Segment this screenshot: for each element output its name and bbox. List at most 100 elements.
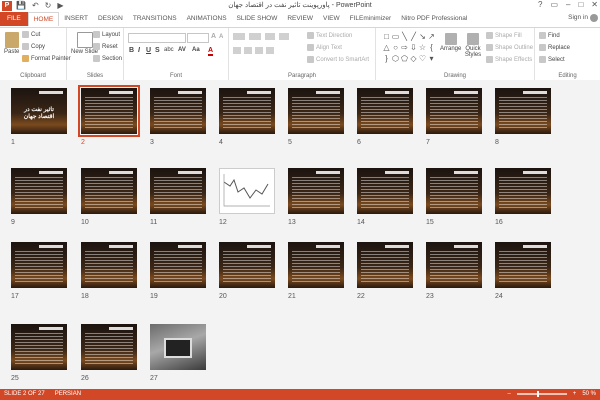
shapes-gallery[interactable]: □ ▭ ╲ ╱ ↘ ↗ △ ○ ⇨ ⇩ ☆ { } ⬡ ⬠ ◇ ♡ ▾: [382, 31, 436, 65]
align-center-icon[interactable]: [244, 47, 252, 54]
section-button[interactable]: Section: [93, 55, 122, 62]
slide-thumbnail[interactable]: [357, 242, 413, 288]
slide-thumbnail[interactable]: [288, 88, 344, 134]
change-case-button[interactable]: Aa: [192, 47, 200, 53]
align-text-button[interactable]: Align Text: [307, 44, 342, 51]
underline-button[interactable]: U: [146, 47, 151, 54]
shape-effects-button[interactable]: Shape Effects: [486, 56, 532, 63]
slide-thumbnail[interactable]: [150, 324, 206, 370]
arrow-shape-icon[interactable]: ⇩: [409, 42, 418, 53]
reset-button[interactable]: Reset: [93, 43, 118, 50]
slide-thumbnail[interactable]: [150, 88, 206, 134]
slide-thumbnail[interactable]: [426, 88, 482, 134]
arrow-shape-icon[interactable]: ↘: [418, 31, 427, 42]
bold-button[interactable]: B: [129, 47, 134, 54]
slide-thumbnail[interactable]: [219, 168, 275, 214]
maximize-button[interactable]: □: [578, 0, 583, 9]
slide-thumbnail[interactable]: [288, 242, 344, 288]
line-shape-icon[interactable]: ╲: [400, 31, 409, 42]
shrink-font-icon[interactable]: A: [219, 34, 223, 40]
increase-indent-icon[interactable]: [279, 33, 289, 40]
zoom-level[interactable]: 50 %: [582, 391, 596, 397]
character-spacing-button[interactable]: AV: [178, 47, 186, 53]
arrange-button[interactable]: Arrange: [440, 33, 461, 52]
slide-thumbnail[interactable]: [426, 242, 482, 288]
text-direction-button[interactable]: Text Direction: [307, 32, 352, 39]
triangle-shape-icon[interactable]: △: [382, 42, 391, 53]
slide-thumbnail[interactable]: [357, 168, 413, 214]
font-name-combo[interactable]: [128, 33, 186, 43]
format-painter-button[interactable]: Format Painter: [22, 55, 71, 62]
slide-thumbnail[interactable]: [11, 168, 67, 214]
redo-icon[interactable]: ↻: [45, 1, 52, 10]
slide-thumbnail[interactable]: [357, 88, 413, 134]
rectangle-shape-icon[interactable]: ▭: [391, 31, 400, 42]
brace-shape-icon[interactable]: {: [427, 42, 436, 53]
justify-icon[interactable]: [266, 47, 274, 54]
tab-file[interactable]: FILE: [0, 12, 28, 26]
slide-thumbnail[interactable]: [219, 242, 275, 288]
minimize-button[interactable]: –: [566, 0, 570, 9]
convert-smartart-button[interactable]: Convert to SmartArt: [307, 56, 369, 63]
slide-thumbnail[interactable]: [150, 242, 206, 288]
find-button[interactable]: Find: [539, 32, 560, 39]
language-indicator[interactable]: PERSIAN: [55, 391, 81, 397]
paste-button[interactable]: Paste: [4, 32, 19, 55]
font-size-combo[interactable]: [187, 33, 209, 43]
font-color-button[interactable]: A: [208, 47, 214, 56]
select-button[interactable]: Select: [539, 56, 565, 63]
slide-thumbnail[interactable]: [219, 88, 275, 134]
slide-thumbnail[interactable]: [81, 168, 137, 214]
arrow-shape-icon[interactable]: ⇨: [400, 42, 409, 53]
slide-sorter[interactable]: تاثیر نفت در اقتصاد جهان 1 2 3 4 5 6 7 8 9 10 11 12 1…: [0, 80, 600, 389]
slide-thumbnail[interactable]: [81, 324, 137, 370]
replace-button[interactable]: Replace: [539, 44, 570, 51]
brace-shape-icon[interactable]: }: [382, 53, 391, 64]
tab-nitro-pdf[interactable]: Nitro PDF Professional: [396, 12, 472, 26]
slide-thumbnail[interactable]: تاثیر نفت در اقتصاد جهان: [11, 88, 67, 134]
shape-outline-button[interactable]: Shape Outline: [486, 44, 533, 51]
slide-thumbnail[interactable]: [288, 168, 344, 214]
rectangle-shape-icon[interactable]: □: [382, 31, 391, 42]
zoom-out-button[interactable]: –: [507, 391, 510, 397]
slide-thumbnail[interactable]: [11, 324, 67, 370]
tab-fileminimizer[interactable]: FILEminimizer: [345, 12, 397, 26]
tab-view[interactable]: VIEW: [318, 12, 345, 26]
strikethrough-button[interactable]: S: [155, 47, 160, 54]
tab-home[interactable]: HOME: [27, 12, 60, 26]
slide-thumbnail[interactable]: [81, 242, 137, 288]
star-shape-icon[interactable]: ☆: [418, 42, 427, 53]
oval-shape-icon[interactable]: ○: [391, 42, 400, 53]
save-icon[interactable]: 💾: [16, 1, 26, 10]
close-button[interactable]: ✕: [591, 0, 598, 9]
zoom-slider[interactable]: [516, 391, 567, 397]
tab-transitions[interactable]: TRANSITIONS: [128, 12, 182, 26]
slide-thumbnail[interactable]: [78, 85, 140, 137]
ribbon-display-icon[interactable]: ▭: [550, 0, 558, 9]
arrow-shape-icon[interactable]: ↗: [427, 31, 436, 42]
tab-design[interactable]: DESIGN: [93, 12, 128, 26]
tab-review[interactable]: REVIEW: [282, 12, 318, 26]
help-icon[interactable]: ?: [538, 0, 542, 9]
tab-slide-show[interactable]: SLIDE SHOW: [232, 12, 283, 26]
text-shadow-button[interactable]: abc: [164, 47, 174, 53]
slide-thumbnail[interactable]: [11, 242, 67, 288]
italic-button[interactable]: I: [138, 47, 140, 54]
pentagon-shape-icon[interactable]: ⬠: [400, 53, 409, 64]
copy-button[interactable]: Copy: [22, 43, 45, 50]
tab-animations[interactable]: ANIMATIONS: [182, 12, 232, 26]
grow-font-icon[interactable]: A: [211, 33, 216, 40]
slide-thumbnail[interactable]: [495, 88, 551, 134]
decrease-indent-icon[interactable]: [265, 33, 275, 40]
line-shape-icon[interactable]: ╱: [409, 31, 418, 42]
undo-icon[interactable]: ↶: [32, 1, 39, 10]
align-right-icon[interactable]: [255, 47, 263, 54]
zoom-slider-knob[interactable]: [536, 391, 539, 397]
more-shapes-icon[interactable]: ▾: [427, 53, 436, 64]
slide-thumbnail[interactable]: [495, 242, 551, 288]
slide-thumbnail[interactable]: [426, 168, 482, 214]
sign-in-link[interactable]: Sign in: [568, 14, 588, 21]
tab-insert[interactable]: INSERT: [59, 12, 93, 26]
shape-fill-button[interactable]: Shape Fill: [486, 32, 522, 39]
hexagon-shape-icon[interactable]: ⬡: [391, 53, 400, 64]
